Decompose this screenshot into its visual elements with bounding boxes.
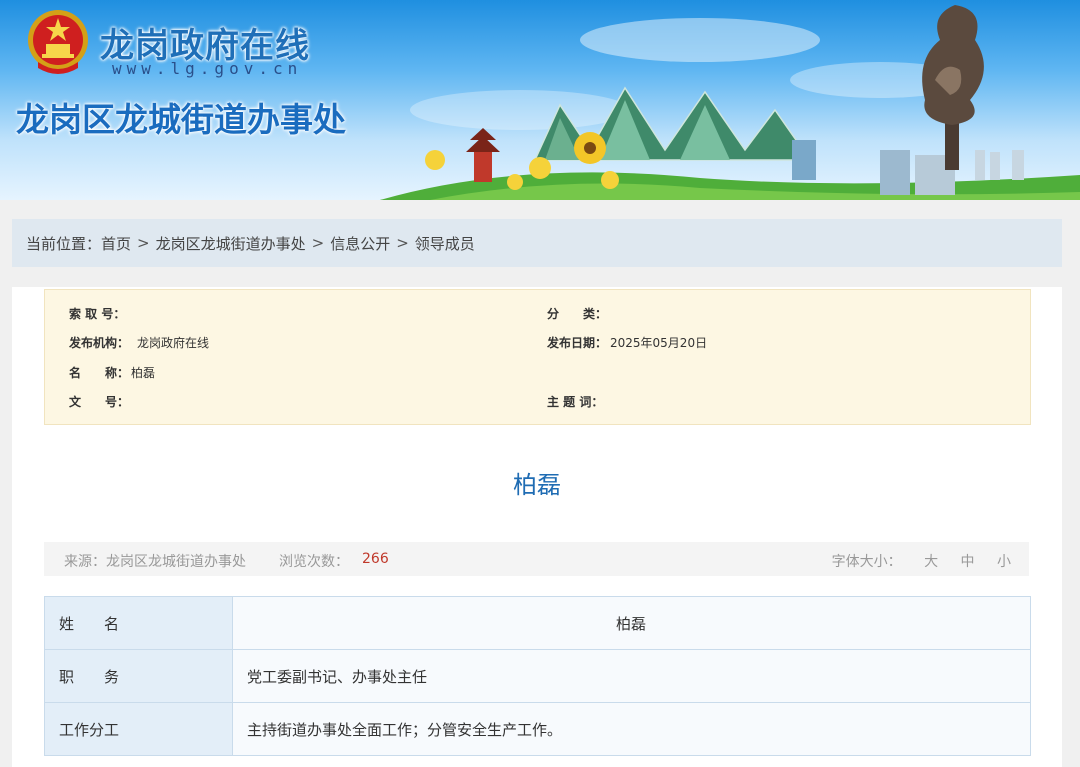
index-no-label: 索 取 号： bbox=[69, 307, 126, 321]
table-value: 柏磊 bbox=[232, 596, 1031, 650]
table-row: 工作分工 主持街道办事处全面工作；分管安全生产工作。 bbox=[44, 702, 1031, 756]
table-row: 姓 名 柏磊 bbox=[44, 596, 1031, 650]
table-row: 职 务 党工委副书记、办事处主任 bbox=[44, 649, 1031, 703]
table-value: 主持街道办事处全面工作；分管安全生产工作。 bbox=[232, 702, 1031, 756]
department-title: 龙岗区龙城街道办事处 bbox=[16, 100, 346, 139]
publisher-label: 发布机构： bbox=[69, 336, 130, 350]
site-url[interactable]: www.lg.gov.cn bbox=[112, 59, 302, 78]
table-key: 姓 名 bbox=[44, 596, 233, 650]
source-label: 来源： bbox=[64, 554, 106, 570]
publisher-value: 龙岗政府在线 bbox=[137, 336, 210, 350]
breadcrumb-separator: > bbox=[311, 234, 325, 252]
breadcrumb-separator: > bbox=[396, 234, 409, 252]
metadata-box: 索 取 号： 分 类： 发布机构： 龙岗政府在线 发布日期： 2025年05月2… bbox=[44, 289, 1031, 425]
font-medium-button[interactable]: 中 bbox=[961, 554, 975, 570]
name-label: 名 称： bbox=[69, 366, 130, 380]
category-label: 分 类： bbox=[547, 307, 608, 321]
font-large-button[interactable]: 大 bbox=[924, 554, 938, 570]
font-size-label: 字体大小： bbox=[831, 554, 902, 570]
doc-no-label: 文 号： bbox=[69, 395, 130, 409]
national-emblem-icon bbox=[28, 10, 88, 74]
table-value: 党工委副书记、办事处主任 bbox=[232, 649, 1031, 703]
views-label: 浏览次数： bbox=[279, 554, 349, 570]
breadcrumb-prefix: 当前位置： bbox=[26, 234, 102, 253]
table-key: 职 务 bbox=[44, 649, 233, 703]
article-title: 柏磊 bbox=[513, 471, 561, 499]
font-size-controls: 字体大小： 大 中 小 bbox=[832, 551, 1011, 571]
leader-info-table: 姓 名 柏磊 职 务 党工委副书记、办事处主任 工作分工 主持街道办事处全面工作… bbox=[44, 596, 1031, 756]
breadcrumb: 当前位置： 首页 > 龙岗区龙城街道办事处 > 信息公开 > 领导成员 bbox=[12, 219, 1062, 267]
source-value: 龙岗区龙城街道办事处 bbox=[106, 554, 246, 570]
font-small-button[interactable]: 小 bbox=[997, 554, 1011, 570]
breadcrumb-home[interactable]: 首页 bbox=[101, 233, 131, 254]
article-info-bar: 来源： 龙岗区龙城街道办事处 浏览次数： 266 字体大小： 大 中 小 bbox=[44, 542, 1029, 576]
breadcrumb-leaders[interactable]: 领导成员 bbox=[415, 233, 475, 254]
content-panel: 索 取 号： 分 类： 发布机构： 龙岗政府在线 发布日期： 2025年05月2… bbox=[12, 287, 1062, 767]
breadcrumb-separator: > bbox=[137, 234, 150, 252]
publish-date-label: 发布日期： bbox=[547, 336, 608, 350]
view-count: 266 bbox=[362, 551, 389, 567]
name-value: 柏磊 bbox=[131, 366, 156, 380]
header-banner: 龙岗政府在线 www.lg.gov.cn 龙岗区龙城街道办事处 bbox=[0, 0, 1080, 200]
publish-date-value: 2025年05月20日 bbox=[610, 336, 708, 350]
table-key: 工作分工 bbox=[44, 702, 233, 756]
keywords-label: 主 题 词： bbox=[547, 395, 604, 409]
breadcrumb-info-public[interactable]: 信息公开 bbox=[330, 233, 390, 254]
breadcrumb-department[interactable]: 龙岗区龙城街道办事处 bbox=[156, 233, 306, 254]
